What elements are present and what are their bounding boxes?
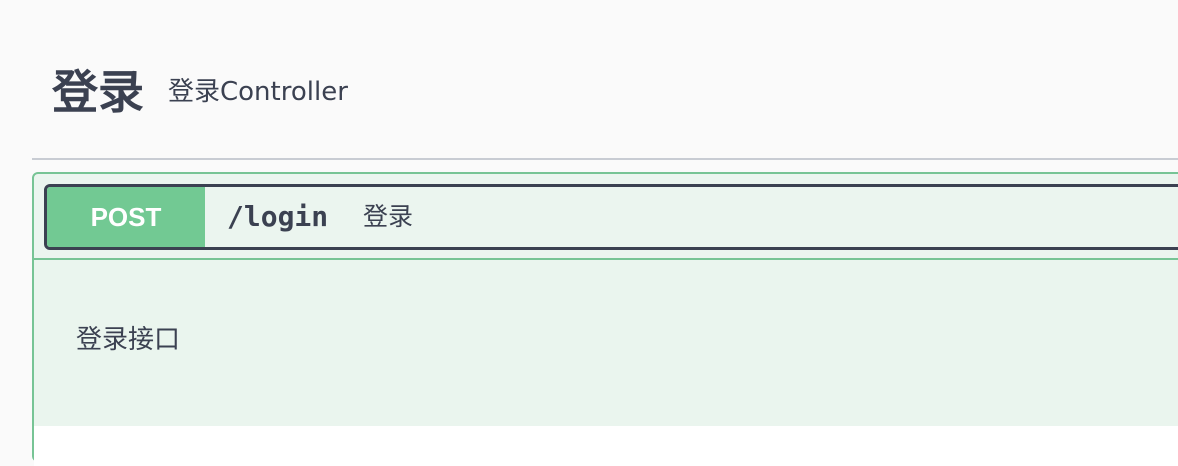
tag-title: 登录 (52, 65, 144, 119)
operation-details-area (34, 426, 1178, 466)
operation-block-post: POST /login 登录 登录接口 (32, 172, 1178, 466)
tag-description: 登录Controller (168, 77, 348, 107)
method-badge: POST (47, 187, 205, 247)
operation-summary[interactable]: POST /login 登录 (44, 184, 1178, 250)
operation-summary-text: 登录 (363, 202, 414, 231)
operation-path: /login (227, 200, 329, 233)
operation-description: 登录接口 (76, 325, 181, 355)
tag-header[interactable]: 登录 登录Controller (32, 0, 1178, 160)
operation-body: 登录接口 (34, 260, 1178, 426)
